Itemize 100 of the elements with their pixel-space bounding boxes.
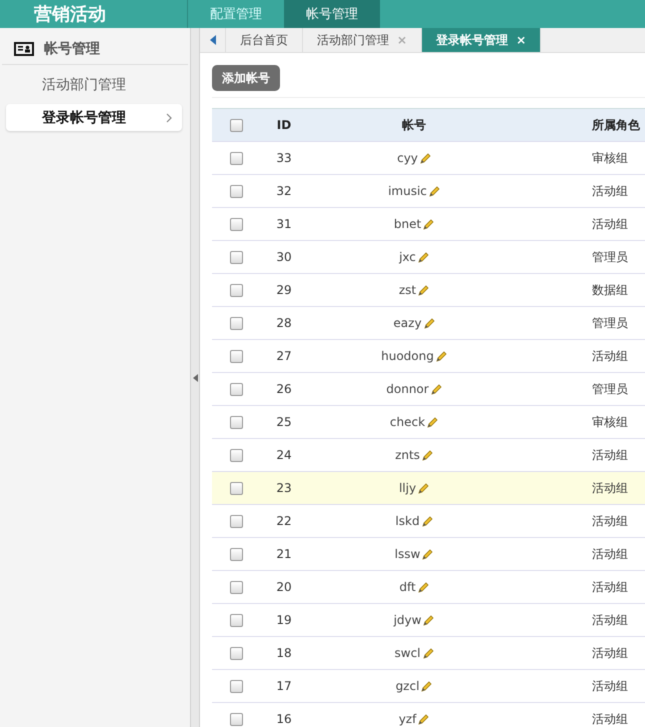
pencil-icon[interactable]	[428, 186, 440, 196]
pencil-icon[interactable]	[422, 516, 433, 526]
table-row[interactable]: 23 lljy 活动组	[212, 472, 645, 504]
table-cell: 17	[276, 679, 292, 693]
table-row[interactable]: 16 yzf 活动组	[212, 702, 645, 727]
page-tab[interactable]: 后台首页	[226, 28, 303, 52]
sidebar-item[interactable]: 活动部门管理	[6, 71, 182, 98]
table-cell: lssw	[394, 547, 420, 561]
table-cell: 24	[276, 448, 292, 462]
row-checkbox[interactable]	[230, 713, 242, 726]
column-header: 帐号	[402, 118, 426, 132]
chevron-right-icon	[166, 112, 172, 122]
pencil-icon[interactable]	[427, 416, 438, 428]
table-cell: 审核组	[592, 150, 628, 164]
table-cell: 33	[276, 151, 292, 165]
table-cell: 16	[276, 712, 292, 726]
table-cell: 30	[276, 250, 292, 264]
table-cell: 管理员	[592, 316, 628, 330]
row-checkbox[interactable]	[230, 350, 242, 364]
table-row[interactable]: 32 imusic 活动组	[212, 174, 645, 208]
row-checkbox[interactable]	[230, 251, 242, 264]
row-checkbox[interactable]	[230, 383, 242, 396]
pencil-icon[interactable]	[421, 680, 432, 692]
table-cell: huodong	[381, 349, 434, 363]
row-checkbox[interactable]	[230, 680, 242, 694]
table-row[interactable]: 20 dft 活动组	[212, 570, 645, 604]
table-row[interactable]: 28 eazy 管理员	[212, 306, 645, 340]
table-row[interactable]: 30 jxc 管理员	[212, 240, 645, 274]
page-tab[interactable]: 登录帐号管理 ×	[422, 28, 542, 52]
table-row[interactable]: 26 donnor 管理员	[212, 372, 645, 406]
table-row[interactable]: 22 lskd 活动组	[212, 504, 645, 538]
table-row[interactable]: 19 jdyw 活动组	[212, 604, 645, 636]
pencil-icon[interactable]	[423, 614, 434, 626]
pencil-icon[interactable]	[436, 350, 447, 362]
pencil-icon[interactable]	[420, 152, 431, 164]
table-cell: 活动组	[592, 646, 628, 660]
table-cell: bnet	[394, 217, 422, 231]
pencil-icon[interactable]	[422, 648, 434, 658]
row-checkbox[interactable]	[230, 185, 242, 198]
row-checkbox[interactable]	[230, 614, 242, 628]
table-cell: 活动组	[592, 712, 628, 726]
pencil-icon[interactable]	[418, 714, 430, 724]
pencil-icon[interactable]	[422, 450, 433, 460]
table-cell: 审核组	[592, 414, 628, 428]
pencil-icon[interactable]	[430, 384, 442, 394]
section-title: 帐号管理	[44, 40, 100, 58]
table-cell: 23	[276, 481, 292, 495]
table-cell: 21	[276, 547, 292, 561]
table-cell: 活动组	[592, 546, 628, 560]
add-account-button[interactable]: 添加帐号	[212, 65, 280, 91]
table-cell: yzf	[398, 712, 416, 726]
row-checkbox[interactable]	[230, 218, 242, 232]
table-cell: donnor	[386, 382, 429, 396]
id-card-icon	[14, 42, 34, 56]
pencil-icon[interactable]	[423, 218, 434, 230]
column-header: 所属角色	[592, 118, 640, 132]
table-cell: 活动组	[592, 348, 628, 362]
pencil-icon[interactable]	[424, 318, 435, 328]
table-cell: 26	[276, 382, 292, 396]
pencil-icon[interactable]	[422, 548, 434, 560]
table-row[interactable]: 21 lssw 活动组	[212, 538, 645, 570]
row-checkbox[interactable]	[230, 482, 242, 496]
sidebar-item[interactable]: 登录帐号管理	[6, 104, 182, 131]
table-cell: 32	[276, 184, 292, 198]
table-row[interactable]: 17 gzcl 活动组	[212, 670, 645, 702]
table-cell: 数据组	[592, 282, 628, 296]
row-checkbox[interactable]	[230, 317, 242, 330]
table-cell: zst	[398, 283, 416, 297]
table-cell: jxc	[399, 250, 416, 264]
row-checkbox[interactable]	[230, 284, 242, 298]
table-cell: jdyw	[394, 613, 422, 627]
table-row[interactable]: 29 zst 数据组	[212, 274, 645, 306]
pencil-icon[interactable]	[418, 284, 430, 296]
pencil-icon[interactable]	[418, 482, 430, 494]
table-cell: dft	[399, 580, 416, 594]
table-row[interactable]: 27 huodong 活动组	[212, 340, 645, 372]
table-row[interactable]: 18 swcl 活动组	[212, 636, 645, 670]
table-cell: 活动组	[592, 184, 628, 198]
splitter-handle[interactable]	[190, 28, 200, 727]
pencil-icon[interactable]	[418, 582, 429, 592]
pencil-icon[interactable]	[418, 252, 429, 262]
row-checkbox[interactable]	[230, 515, 242, 528]
close-icon[interactable]: ×	[516, 33, 526, 47]
table-cell: cyy	[397, 151, 418, 165]
table-cell: 活动组	[592, 580, 628, 594]
table-cell: 22	[276, 514, 292, 528]
table-row[interactable]: 31 bnet 活动组	[212, 208, 645, 240]
nav-tab[interactable]: 帐号管理	[284, 0, 380, 28]
row-checkbox[interactable]	[230, 449, 242, 462]
select-all-checkbox[interactable]	[230, 119, 242, 132]
row-checkbox[interactable]	[230, 581, 242, 594]
row-checkbox[interactable]	[230, 152, 242, 166]
row-checkbox[interactable]	[230, 548, 242, 562]
table-cell: 活动组	[592, 612, 628, 626]
row-checkbox[interactable]	[230, 647, 242, 660]
table-cell: eazy	[393, 316, 422, 330]
table-row[interactable]: 33 cyy 审核组	[212, 142, 645, 174]
table-cell: 活动组	[592, 448, 628, 462]
table-row[interactable]: 25 check 审核组	[212, 406, 645, 438]
row-checkbox[interactable]	[230, 416, 242, 430]
